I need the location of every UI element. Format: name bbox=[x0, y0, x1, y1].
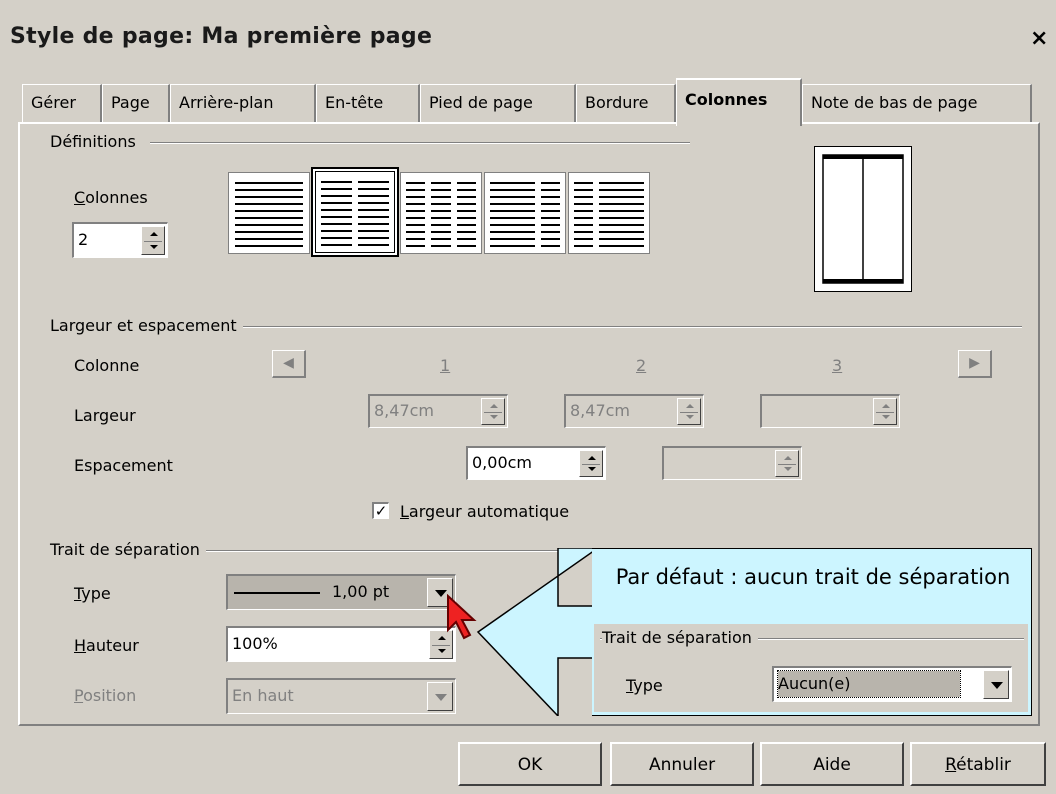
columns-spin-buttons[interactable] bbox=[141, 226, 165, 255]
tab-arriere-plan[interactable]: Arrière-plan bbox=[170, 84, 316, 122]
group-line-definitions bbox=[150, 142, 690, 144]
spacing-1-field[interactable]: 0,00cm bbox=[466, 446, 606, 480]
colonne-label: Colonne bbox=[74, 356, 140, 375]
preset-1-column[interactable] bbox=[228, 172, 310, 254]
spacing-1-value: 0,00cm bbox=[472, 453, 533, 472]
preset-2-columns-right-wide-icon bbox=[574, 182, 644, 247]
separator-position-dropdown-button[interactable] bbox=[427, 682, 453, 711]
width-col3-field[interactable] bbox=[760, 394, 900, 428]
window-title: Style de page: Ma première page bbox=[10, 24, 433, 49]
separator-position-value: En haut bbox=[232, 686, 294, 705]
column-number-3: 3 bbox=[832, 356, 843, 375]
checkmark-icon: ✓ bbox=[374, 502, 388, 520]
separator-type-label: Type bbox=[74, 584, 111, 603]
column-number-2: 2 bbox=[636, 356, 647, 375]
width-col2-value: 8,47cm bbox=[570, 401, 631, 420]
columns-value: 2 bbox=[78, 230, 89, 249]
arrow-left-icon: ◀ bbox=[283, 355, 294, 371]
preset-3-columns[interactable] bbox=[400, 172, 482, 254]
separator-position-dropdown[interactable]: En haut bbox=[226, 678, 456, 714]
separator-height-field[interactable]: 100% bbox=[226, 626, 456, 662]
callout-type-label: Type bbox=[626, 676, 663, 695]
preset-1-column-icon bbox=[235, 182, 303, 247]
tab-en-tete[interactable]: En-tête bbox=[316, 84, 420, 122]
preset-2-columns-icon bbox=[321, 181, 389, 246]
width-col1-field[interactable]: 8,47cm bbox=[368, 394, 508, 428]
preset-2-columns-left-wide[interactable] bbox=[484, 172, 566, 254]
callout-type-dropdown[interactable]: Aucun(e) bbox=[772, 666, 1012, 702]
auto-width-checkbox[interactable]: ✓ bbox=[372, 502, 389, 519]
width-col3-spin[interactable] bbox=[873, 398, 897, 425]
line-sample-icon bbox=[234, 592, 320, 594]
cancel-button[interactable]: Annuler bbox=[610, 742, 754, 786]
preset-3-columns-icon bbox=[406, 182, 476, 247]
columns-stepper[interactable]: 2 bbox=[72, 222, 168, 258]
separator-position-label: Position bbox=[74, 686, 137, 705]
width-col2-field[interactable]: 8,47cm bbox=[564, 394, 704, 428]
separator-type-dropdown[interactable]: 1,00 pt bbox=[226, 574, 456, 610]
tab-page[interactable]: Page bbox=[102, 84, 170, 122]
callout-type-dropdown-button[interactable] bbox=[983, 670, 1009, 699]
separator-type-value: 1,00 pt bbox=[332, 582, 390, 601]
tab-colonnes[interactable]: Colonnes bbox=[676, 78, 802, 126]
separator-height-value: 100% bbox=[232, 634, 278, 653]
tab-bordure[interactable]: Bordure bbox=[576, 84, 676, 122]
reset-button[interactable]: Rétablir bbox=[910, 742, 1046, 786]
close-icon[interactable]: × bbox=[1030, 26, 1048, 51]
preset-2-columns-right-wide[interactable] bbox=[568, 172, 650, 254]
spacing-2-spin[interactable] bbox=[775, 450, 799, 477]
page-preview-columns-icon bbox=[822, 154, 904, 284]
group-label-definitions: Définitions bbox=[50, 132, 142, 151]
callout-type-value: Aucun(e) bbox=[777, 670, 961, 698]
preset-2-columns[interactable] bbox=[311, 167, 399, 257]
width-col2-spin[interactable] bbox=[677, 398, 701, 425]
tab-pied-de-page[interactable]: Pied de page bbox=[420, 84, 576, 122]
espacement-label: Espacement bbox=[74, 456, 173, 475]
ok-button[interactable]: OK bbox=[458, 742, 602, 786]
width-col1-spin[interactable] bbox=[481, 398, 505, 425]
page-preview bbox=[814, 146, 912, 292]
arrow-right-icon: ▶ bbox=[969, 355, 980, 371]
separator-height-label: Hauteur bbox=[74, 636, 139, 655]
callout-arrow-shape bbox=[476, 548, 598, 716]
callout-text: Par défaut : aucun trait de séparation bbox=[615, 565, 1011, 589]
tab-gerer[interactable]: Gérer bbox=[22, 84, 102, 122]
column-prev-button[interactable]: ◀ bbox=[272, 350, 306, 378]
group-label-separator: Trait de séparation bbox=[50, 540, 206, 559]
help-button[interactable]: Aide bbox=[760, 742, 904, 786]
width-col1-value: 8,47cm bbox=[374, 401, 435, 420]
preset-2-columns-left-wide-icon bbox=[490, 182, 560, 247]
auto-width-label: Largeur automatique bbox=[400, 502, 570, 521]
largeur-label: Largeur bbox=[74, 406, 136, 425]
group-label-width-spacing: Largeur et espacement bbox=[50, 316, 243, 335]
tab-note-de-bas-de-page[interactable]: Note de bas de page bbox=[802, 84, 1032, 122]
column-number-1: 1 bbox=[440, 356, 451, 375]
spacing-2-field[interactable] bbox=[662, 446, 802, 480]
column-next-button[interactable]: ▶ bbox=[958, 350, 992, 378]
callout-group-label: Trait de séparation bbox=[602, 628, 758, 647]
columns-label: Colonnes bbox=[74, 188, 148, 207]
spacing-1-spin[interactable] bbox=[579, 450, 603, 477]
